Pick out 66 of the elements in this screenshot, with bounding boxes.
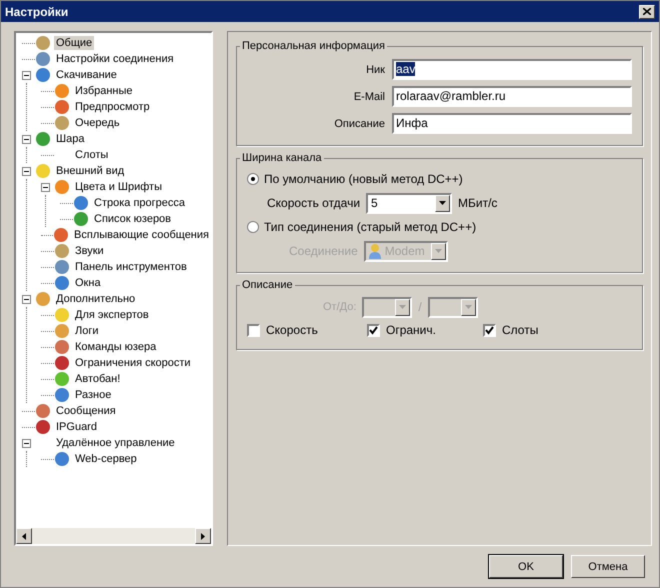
- tree-item[interactable]: Шара: [54, 132, 86, 146]
- tree-item[interactable]: Окна: [73, 276, 103, 290]
- collapse-toggle[interactable]: [41, 182, 52, 192]
- field-label: E-Mail: [354, 90, 385, 102]
- tree-item[interactable]: Слоты: [73, 148, 110, 162]
- unit-label: МБит/с: [458, 196, 498, 210]
- input-field[interactable]: aav: [392, 59, 632, 80]
- caret-icon: [434, 249, 442, 253]
- group-title: Персональная информация: [241, 40, 386, 52]
- tree-item[interactable]: Предпросмотр: [73, 100, 152, 114]
- field-label: Описание: [334, 118, 385, 130]
- checkbox[interactable]: Огранич.: [367, 323, 483, 337]
- caret-icon: [399, 305, 406, 309]
- radio-option[interactable]: Тип соединения (старый метод DC++): [247, 216, 632, 238]
- field-label: Скорость отдачи: [267, 196, 360, 210]
- group-title: Ширина канала: [241, 152, 323, 164]
- group-title: Описание: [241, 279, 294, 291]
- checkmark-icon: [369, 326, 378, 334]
- tree-item[interactable]: Настройки соединения: [54, 52, 176, 66]
- close-button[interactable]: [639, 4, 655, 18]
- tree-item[interactable]: Команды юзера: [73, 340, 158, 354]
- close-icon: [643, 8, 651, 15]
- tree-item[interactable]: Цвета и Шрифты: [73, 180, 164, 194]
- field-label: Ник: [366, 64, 385, 76]
- dialog-button[interactable]: Отмена: [571, 555, 645, 578]
- tree-item[interactable]: Общие: [54, 36, 94, 50]
- horizontal-scrollbar[interactable]: [16, 528, 211, 544]
- tree-item[interactable]: Всплывающие сообщения: [72, 228, 211, 242]
- tree-item[interactable]: Web-сервер: [73, 452, 139, 466]
- tree-item[interactable]: Список юзеров: [92, 212, 174, 226]
- radio-option[interactable]: По умолчанию (новый метод DC++): [247, 168, 632, 190]
- tree-item[interactable]: Скачивание: [54, 68, 119, 82]
- checkmark-icon: [485, 326, 494, 334]
- dialog-button[interactable]: OK: [489, 555, 563, 578]
- tree-item[interactable]: Дополнительно: [54, 292, 138, 306]
- tree-item[interactable]: Автобан!: [73, 372, 122, 386]
- collapse-toggle[interactable]: [22, 294, 33, 304]
- tree-item[interactable]: Панель инструментов: [73, 260, 189, 274]
- caret-icon: [464, 305, 472, 309]
- right-arrow-icon: [201, 532, 205, 540]
- caret-icon: [439, 201, 446, 205]
- checkbox[interactable]: Слоты: [483, 323, 603, 337]
- separator-label: /: [418, 300, 422, 314]
- tree-item[interactable]: Очередь: [73, 116, 122, 130]
- input-field[interactable]: Инфа: [392, 113, 632, 134]
- collapse-toggle[interactable]: [22, 70, 33, 80]
- tree-item[interactable]: Удалённое управление: [54, 436, 177, 450]
- tree-item[interactable]: Ограничения скорости: [73, 356, 193, 370]
- tree-item[interactable]: Внешний вид: [54, 164, 126, 178]
- tree-item[interactable]: Разное: [73, 388, 114, 402]
- checkbox[interactable]: Скорость: [247, 323, 367, 337]
- tree-item[interactable]: IPGuard: [54, 420, 99, 434]
- person-icon: [368, 243, 382, 259]
- collapse-toggle[interactable]: [22, 438, 33, 448]
- tree-item[interactable]: Для экспертов: [73, 308, 151, 322]
- left-arrow-icon: [22, 532, 26, 540]
- collapse-toggle[interactable]: [22, 166, 33, 176]
- dropdown[interactable]: 5: [366, 192, 452, 214]
- tree-item[interactable]: Избранные: [73, 84, 135, 98]
- tree-item[interactable]: Сообщения: [54, 404, 118, 418]
- tree-item[interactable]: Звуки: [73, 244, 106, 258]
- collapse-toggle[interactable]: [22, 134, 33, 144]
- input-field[interactable]: rolaraav@rambler.ru: [392, 86, 632, 107]
- tree-item[interactable]: Логи: [73, 324, 100, 338]
- window-title: Настройки: [5, 4, 68, 18]
- tree-item[interactable]: Строка прогресса: [92, 196, 188, 210]
